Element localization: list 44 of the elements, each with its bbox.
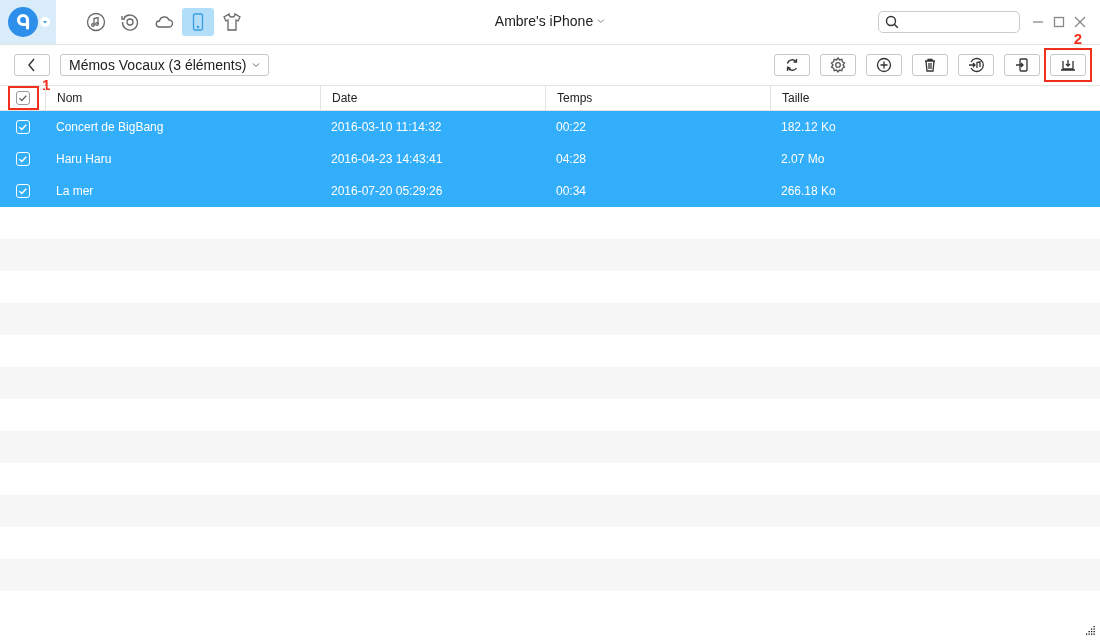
restore-icon bbox=[120, 12, 140, 32]
caret-icon bbox=[252, 62, 261, 68]
toolbar-button[interactable] bbox=[1050, 54, 1086, 76]
toolbar-button[interactable] bbox=[820, 54, 856, 76]
back-icon bbox=[27, 58, 37, 72]
table-cell: 2016-07-20 05:29:26 bbox=[331, 184, 443, 198]
caret-icon bbox=[597, 18, 606, 24]
music-transfer-icon bbox=[967, 56, 985, 74]
add-icon bbox=[875, 56, 893, 74]
highlight-frame bbox=[8, 86, 39, 110]
settings-icon bbox=[829, 56, 847, 74]
toolbar-button[interactable] bbox=[774, 54, 810, 76]
table-cell: 2016-03-10 11:14:32 bbox=[331, 120, 442, 134]
close-icon bbox=[1074, 16, 1086, 28]
maximize-icon bbox=[1053, 16, 1065, 28]
category-dropdown[interactable]: Mémos Vocaux (3 éléments) bbox=[60, 54, 270, 76]
tshirt-icon bbox=[222, 12, 242, 32]
toolbar-button[interactable] bbox=[958, 54, 994, 76]
search-field[interactable] bbox=[878, 11, 1020, 33]
toolbar-button[interactable] bbox=[866, 54, 902, 76]
checkbox[interactable] bbox=[16, 91, 30, 105]
column-header[interactable]: Temps bbox=[545, 86, 770, 110]
device-selector[interactable]: Ambre's iPhone bbox=[494, 13, 606, 29]
column-header[interactable]: Taille bbox=[770, 86, 1100, 110]
table-cell: 266.18 Ko bbox=[781, 184, 836, 198]
import-icon bbox=[1013, 56, 1031, 74]
table-cell: 182.12 Ko bbox=[781, 120, 836, 134]
back-button[interactable] bbox=[14, 54, 50, 76]
toolbar-button[interactable] bbox=[912, 54, 948, 76]
table-cell: 04:28 bbox=[556, 152, 587, 166]
table-cell: Haru Haru bbox=[56, 152, 112, 166]
table-cell: 00:22 bbox=[556, 120, 587, 134]
resize-grip-icon[interactable] bbox=[1086, 626, 1096, 636]
app-logo[interactable] bbox=[8, 7, 38, 37]
column-header[interactable]: Date bbox=[320, 86, 545, 110]
table-cell: La mer bbox=[56, 184, 94, 198]
music-icon bbox=[86, 12, 106, 32]
toolbar-button[interactable] bbox=[1004, 54, 1040, 76]
table-cell: 2.07 Mo bbox=[781, 152, 825, 166]
table-cell: 2016-04-23 14:43:41 bbox=[331, 152, 443, 166]
table-cell: Concert de BigBang bbox=[56, 120, 164, 134]
table-cell: 00:34 bbox=[556, 184, 587, 198]
search-icon bbox=[885, 15, 899, 29]
step-number: 2 bbox=[1073, 30, 1082, 47]
